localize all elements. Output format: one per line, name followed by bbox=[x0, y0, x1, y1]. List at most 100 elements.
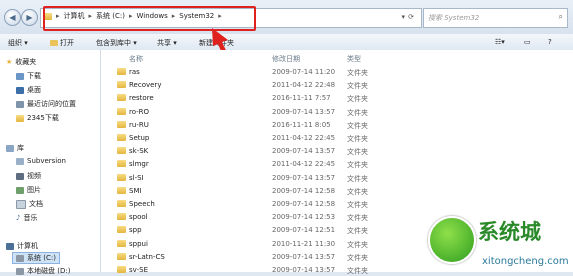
search-icon[interactable]: ⌕ bbox=[559, 12, 563, 22]
breadcrumb-computer[interactable]: 计算机 bbox=[64, 11, 85, 21]
folder-icon bbox=[43, 12, 52, 20]
drive-icon bbox=[16, 254, 24, 262]
table-row[interactable]: ru-RU 2016-11-11 8:05 文件夹 bbox=[101, 118, 573, 131]
file-name: slmgr bbox=[129, 160, 149, 169]
address-field[interactable]: ▸ 计算机 ▸ 系统 (C:) ▸ Windows ▸ System32 ▸ ▾ bbox=[40, 8, 422, 28]
file-type: 文件夹 bbox=[347, 161, 368, 170]
file-type: 文件夹 bbox=[347, 253, 368, 262]
open-button[interactable]: 打开 bbox=[50, 38, 74, 48]
file-type: 文件夹 bbox=[347, 82, 368, 91]
file-date: 2011-04-12 22:48 bbox=[272, 81, 336, 90]
table-row[interactable]: slmgr 2011-04-12 22:45 文件夹 bbox=[101, 157, 573, 170]
file-date: 2010-11-21 11:30 bbox=[272, 239, 336, 248]
chevron-right-icon[interactable]: ▸ bbox=[129, 12, 133, 20]
file-date: 2009-07-14 12:53 bbox=[272, 213, 336, 222]
sidebar-item-favorites[interactable]: ★ 收藏夹 bbox=[6, 57, 36, 67]
folder-icon bbox=[117, 68, 126, 75]
breadcrumb-drive-c[interactable]: 系统 (C:) bbox=[96, 11, 125, 21]
column-header-date[interactable]: 修改日期 bbox=[272, 54, 300, 64]
watermark-title: 系统城 bbox=[478, 219, 541, 244]
share-button[interactable]: 共享 ▾ bbox=[157, 38, 177, 48]
downloads-folder-icon bbox=[16, 72, 24, 80]
help-icon[interactable]: ? bbox=[548, 38, 552, 46]
folder-icon bbox=[117, 200, 126, 207]
table-row[interactable]: ro-RO 2009-07-14 13:57 文件夹 bbox=[101, 105, 573, 118]
library-icon bbox=[6, 144, 14, 152]
sidebar-item-subversion[interactable]: Subversion bbox=[16, 157, 66, 165]
table-row[interactable]: SMI 2009-07-14 12:58 文件夹 bbox=[101, 184, 573, 197]
file-type: 文件夹 bbox=[347, 267, 368, 275]
picture-icon bbox=[16, 186, 24, 194]
sidebar-item-downloads[interactable]: 下载 bbox=[16, 71, 41, 81]
address-bar-area: ◀ ▶ ▸ 计算机 ▸ 系统 (C:) ▸ Windows ▸ System32… bbox=[0, 0, 573, 34]
new-folder-button[interactable]: 新建文件夹 bbox=[199, 38, 234, 48]
sidebar-item-desktop[interactable]: 桌面 bbox=[16, 85, 41, 95]
video-icon bbox=[16, 172, 24, 180]
file-date: 2011-04-12 22:45 bbox=[272, 134, 336, 142]
file-name: spool bbox=[129, 213, 148, 222]
search-input[interactable]: 搜索 System32 ⌕ bbox=[423, 8, 568, 28]
sidebar-item-label: 视频 bbox=[27, 172, 41, 180]
include-in-library-button[interactable]: 包含到库中 ▾ bbox=[96, 38, 137, 48]
chevron-right-icon[interactable]: ▸ bbox=[218, 12, 222, 20]
table-row[interactable]: sl-SI 2009-07-14 13:57 文件夹 bbox=[101, 171, 573, 184]
file-type: 文件夹 bbox=[347, 95, 368, 104]
file-name: ras bbox=[129, 68, 140, 76]
sidebar-item-label: 下载 bbox=[27, 72, 41, 80]
folder-icon bbox=[117, 107, 126, 115]
sidebar-item-drive-c[interactable]: 系统 (C:) bbox=[12, 252, 60, 264]
forward-button[interactable]: ▶ bbox=[21, 9, 38, 26]
file-type: 文件夹 bbox=[347, 148, 368, 157]
open-button-label: 打开 bbox=[60, 39, 74, 47]
recent-places-icon bbox=[16, 100, 24, 108]
file-name: spp bbox=[129, 226, 142, 235]
sidebar-item-music[interactable]: ♪ 音乐 bbox=[16, 213, 37, 223]
file-date: 2009-07-14 13:57 bbox=[272, 252, 336, 261]
file-date: 2009-07-14 12:58 bbox=[272, 200, 336, 208]
file-date: 2009-07-14 13:57 bbox=[272, 147, 336, 156]
column-header-name[interactable]: 名称 bbox=[129, 54, 143, 64]
preview-pane-icon[interactable]: ▭ bbox=[524, 38, 531, 46]
chevron-right-icon[interactable]: ▸ bbox=[56, 12, 60, 20]
breadcrumb: ▸ 计算机 ▸ 系统 (C:) ▸ Windows ▸ System32 ▸ bbox=[43, 11, 222, 21]
sidebar-item-label: 系统 (C:) bbox=[27, 254, 56, 262]
column-header-type[interactable]: 类型 bbox=[347, 54, 361, 64]
file-type: 文件夹 bbox=[347, 187, 368, 196]
sidebar-item-videos[interactable]: 视频 bbox=[16, 171, 41, 181]
table-row[interactable]: Recovery 2011-04-12 22:48 文件夹 bbox=[101, 78, 573, 91]
navigation-pane: ★ 收藏夹 下载 桌面 最近访问的位置 2345下载 库 Subversion 视… bbox=[0, 50, 101, 275]
sidebar-item-documents[interactable]: 文档 bbox=[16, 199, 43, 209]
file-date: 2016-11-11 7:57 bbox=[272, 94, 331, 103]
search-placeholder: 搜索 System32 bbox=[428, 14, 480, 22]
table-row[interactable]: sk-SK 2009-07-14 13:57 文件夹 bbox=[101, 144, 573, 157]
file-date: 2009-07-14 13:57 bbox=[272, 107, 336, 116]
breadcrumb-system32[interactable]: System32 bbox=[179, 12, 214, 20]
chevron-right-icon[interactable]: ▸ bbox=[89, 12, 93, 20]
computer-icon bbox=[6, 242, 14, 250]
folder-icon bbox=[117, 160, 126, 168]
file-type: 文件夹 bbox=[347, 227, 368, 236]
view-options-icon[interactable]: ☷▾ bbox=[495, 38, 505, 46]
open-folder-icon bbox=[50, 40, 58, 46]
back-button[interactable]: ◀ bbox=[4, 9, 21, 26]
file-name: sv-SE bbox=[129, 266, 148, 274]
sidebar-item-pictures[interactable]: 图片 bbox=[16, 185, 41, 195]
breadcrumb-windows[interactable]: Windows bbox=[136, 12, 167, 20]
file-type: 文件夹 bbox=[347, 201, 368, 209]
chevron-right-icon[interactable]: ▸ bbox=[172, 12, 176, 20]
sidebar-item-recent[interactable]: 最近访问的位置 bbox=[16, 99, 76, 109]
command-toolbar: 组织 ▾ 打开 包含到库中 ▾ 共享 ▾ 新建文件夹 ☷▾ ▭ ? bbox=[0, 34, 573, 51]
refresh-button[interactable]: ⟳ bbox=[404, 8, 418, 26]
folder-icon bbox=[117, 120, 126, 128]
organize-button[interactable]: 组织 ▾ bbox=[8, 38, 28, 48]
table-row[interactable]: ras 2009-07-14 11:20 文件夹 bbox=[101, 65, 573, 78]
sidebar-item-libraries[interactable]: 库 bbox=[6, 143, 24, 153]
file-name: ro-RO bbox=[129, 107, 150, 116]
file-name: Setup bbox=[129, 134, 150, 142]
sidebar-item-computer[interactable]: 计算机 bbox=[6, 241, 38, 251]
file-name: sl-SI bbox=[129, 173, 144, 182]
table-row[interactable]: restore 2016-11-11 7:57 文件夹 bbox=[101, 91, 573, 104]
table-row[interactable]: Setup 2011-04-12 22:45 文件夹 bbox=[101, 131, 573, 144]
sidebar-item-2345-downloads[interactable]: 2345下载 bbox=[16, 113, 59, 123]
sidebar-item-drive-d[interactable]: 本地磁盘 (D:) bbox=[16, 266, 70, 276]
